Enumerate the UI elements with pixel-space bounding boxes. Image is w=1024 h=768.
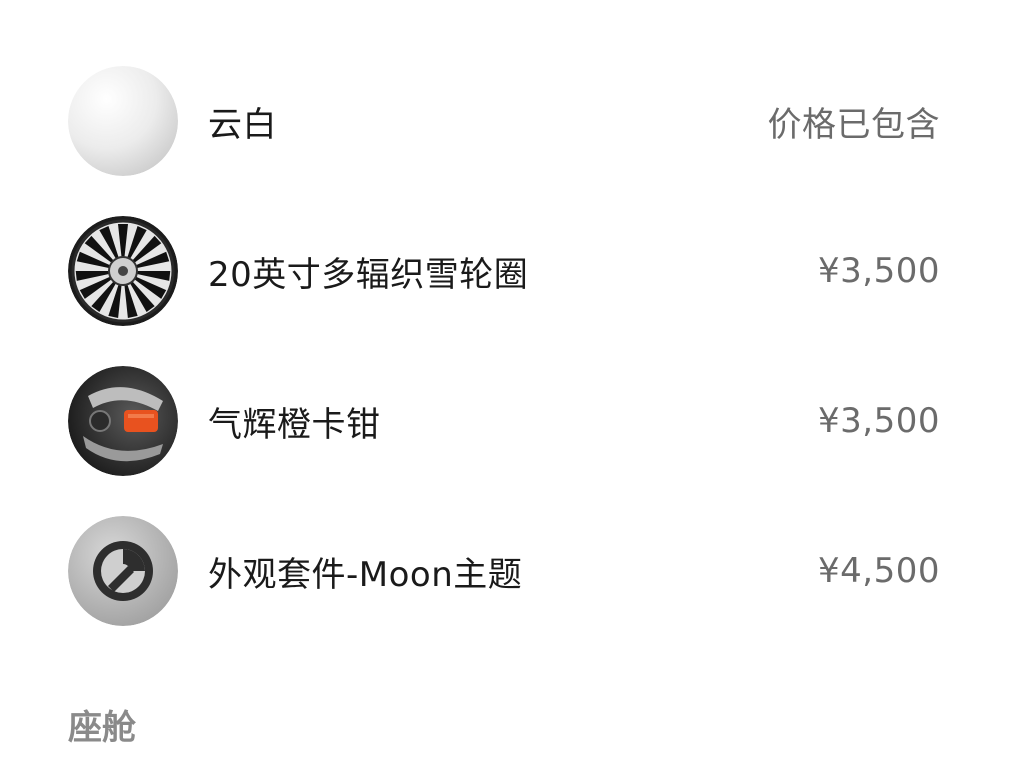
- option-row-wheel[interactable]: 20英寸多辐织雪轮圈 ¥3,500: [68, 216, 940, 326]
- option-name: 20英寸多辐织雪轮圈: [208, 254, 529, 295]
- option-name: 气辉橙卡钳: [208, 404, 381, 445]
- option-price: ¥3,500: [818, 401, 940, 441]
- wheel-rim-icon: [68, 216, 178, 326]
- white-paint-swatch-icon: [68, 66, 178, 176]
- option-price: 价格已包含: [767, 104, 940, 145]
- option-row-caliper[interactable]: 气辉橙卡钳 ¥3,500: [68, 366, 940, 476]
- option-name: 云白: [208, 104, 277, 145]
- orange-brake-caliper-icon: [68, 366, 178, 476]
- option-row-exterior-kit[interactable]: 外观套件-Moon主题 ¥4,500: [68, 516, 940, 626]
- option-price: ¥3,500: [818, 251, 940, 291]
- option-price: ¥4,500: [818, 551, 940, 591]
- option-row-paint[interactable]: 云白 价格已包含: [68, 66, 940, 176]
- option-name: 外观套件-Moon主题: [208, 554, 523, 595]
- section-title-cabin: 座舱: [68, 708, 136, 748]
- moon-theme-kit-icon: [68, 516, 178, 626]
